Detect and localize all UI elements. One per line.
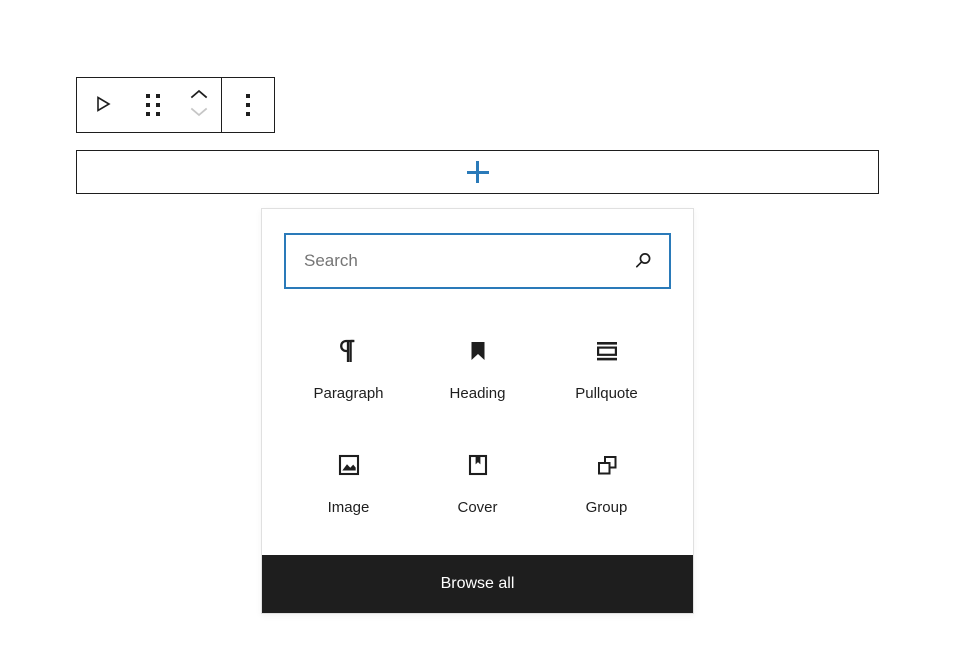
block-item-heading[interactable]: Heading <box>413 317 542 413</box>
group-icon <box>593 445 621 485</box>
search-field[interactable] <box>284 233 671 289</box>
search-input[interactable] <box>286 235 669 287</box>
block-item-image[interactable]: Image <box>284 431 413 527</box>
block-item-label: Pullquote <box>575 385 638 402</box>
cover-icon <box>464 445 492 485</box>
move-down-button[interactable] <box>188 106 210 121</box>
chevron-down-icon <box>188 104 210 123</box>
block-item-cover[interactable]: Cover <box>413 431 542 527</box>
block-drag-handle-button[interactable] <box>129 78 177 132</box>
block-item-label: Heading <box>449 385 506 402</box>
block-item-paragraph[interactable]: Paragraph <box>284 317 413 413</box>
block-inserter-bar[interactable] <box>76 150 879 194</box>
block-types-grid: Paragraph Heading Pullquote Image Cover … <box>262 305 693 555</box>
image-icon <box>335 445 363 485</box>
block-item-pullquote[interactable]: Pullquote <box>542 317 671 413</box>
browse-all-button[interactable]: Browse all <box>262 555 693 613</box>
block-item-label: Cover <box>457 499 498 516</box>
bookmark-icon <box>465 331 491 371</box>
more-vertical-icon <box>246 94 250 116</box>
block-item-label: Image <box>327 499 370 516</box>
block-item-label: Paragraph <box>313 385 384 402</box>
block-item-group[interactable]: Group <box>542 431 671 527</box>
block-movers <box>177 78 221 132</box>
block-inserter-panel: Paragraph Heading Pullquote <box>261 208 694 614</box>
drag-handle-icon <box>146 94 160 116</box>
inserter-search-area <box>262 209 693 305</box>
block-type-transform-button[interactable] <box>77 78 129 132</box>
block-item-label: Group <box>585 499 628 516</box>
pilcrow-icon <box>336 331 362 371</box>
paragraph-transform-icon <box>91 92 115 119</box>
pullquote-icon <box>592 331 622 371</box>
block-options-button[interactable] <box>222 78 274 132</box>
plus-icon <box>466 161 489 183</box>
block-toolbar-main-group <box>77 78 221 132</box>
move-up-button[interactable] <box>188 89 210 104</box>
block-toolbar-options-group <box>221 78 274 132</box>
block-toolbar <box>76 77 275 133</box>
